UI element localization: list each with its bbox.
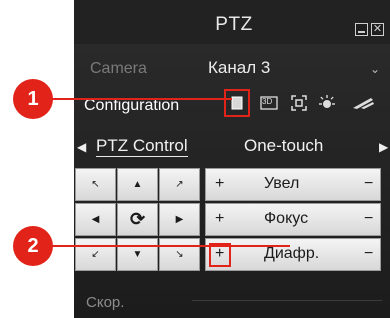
callout-2-line bbox=[50, 245, 290, 247]
speed-slider[interactable] bbox=[192, 300, 382, 318]
light-icon[interactable] bbox=[317, 92, 337, 114]
tab-scroll-left-icon[interactable]: ◀ bbox=[77, 140, 86, 154]
pan-right-button[interactable]: ▶ bbox=[159, 203, 200, 236]
channel-value: Канал 3 bbox=[208, 58, 271, 77]
pan-up-left-button[interactable]: ↖ bbox=[75, 168, 116, 201]
focus-control: + Фокус − bbox=[205, 203, 381, 236]
pan-left-button[interactable]: ◀ bbox=[75, 203, 116, 236]
focus-frame-icon[interactable] bbox=[289, 92, 309, 114]
camera-label: Camera bbox=[90, 60, 147, 77]
iris-label: Диафр. bbox=[264, 245, 320, 262]
close-icon[interactable]: ✕ bbox=[371, 23, 384, 36]
callout-badge-1: 1 bbox=[13, 79, 53, 119]
pan-down-button[interactable]: ▼ bbox=[117, 238, 158, 271]
auto-rotate-button[interactable]: ⟳ bbox=[117, 203, 158, 236]
window-title: PTZ bbox=[215, 14, 253, 35]
iris-open-button[interactable]: + bbox=[215, 245, 224, 263]
wiper-icon[interactable] bbox=[349, 92, 377, 114]
iris-control: + Диафр. − bbox=[205, 238, 381, 271]
callout-badge-2: 2 bbox=[13, 226, 53, 266]
tab-one-touch[interactable]: One-touch bbox=[244, 136, 323, 156]
pan-up-button[interactable]: ▲ bbox=[117, 168, 158, 201]
channel-select[interactable]: Канал 3 ⌄ bbox=[202, 54, 382, 84]
zoom-label: Увел bbox=[264, 175, 300, 192]
ptz-panel: PTZ ✕ Camera Канал 3 ⌄ Configuration 3D … bbox=[74, 0, 390, 318]
tab-scroll-right-icon[interactable]: ▶ bbox=[379, 140, 388, 154]
preset-icon[interactable] bbox=[224, 89, 250, 117]
rotate-icon: ⟳ bbox=[129, 209, 146, 229]
zoom-out-button[interactable]: − bbox=[364, 175, 373, 193]
pan-down-right-button[interactable]: ↘ bbox=[159, 238, 200, 271]
focus-far-button[interactable]: − bbox=[364, 210, 373, 228]
pan-down-left-button[interactable]: ↙ bbox=[75, 238, 116, 271]
zoom-control: + Увел − bbox=[205, 168, 381, 201]
callout-1-line bbox=[50, 98, 232, 100]
chevron-down-icon: ⌄ bbox=[370, 62, 381, 76]
3d-icon[interactable]: 3D bbox=[259, 92, 279, 114]
speed-label: Скор. bbox=[86, 294, 125, 311]
zoom-in-button[interactable]: + bbox=[215, 175, 224, 193]
tab-ptz-control[interactable]: PTZ Control bbox=[96, 136, 188, 157]
pan-up-right-button[interactable]: ↗ bbox=[159, 168, 200, 201]
focus-near-button[interactable]: + bbox=[215, 210, 224, 228]
focus-label: Фокус bbox=[264, 210, 309, 227]
iris-close-button[interactable]: − bbox=[364, 245, 373, 263]
minimize-icon[interactable] bbox=[355, 23, 368, 36]
